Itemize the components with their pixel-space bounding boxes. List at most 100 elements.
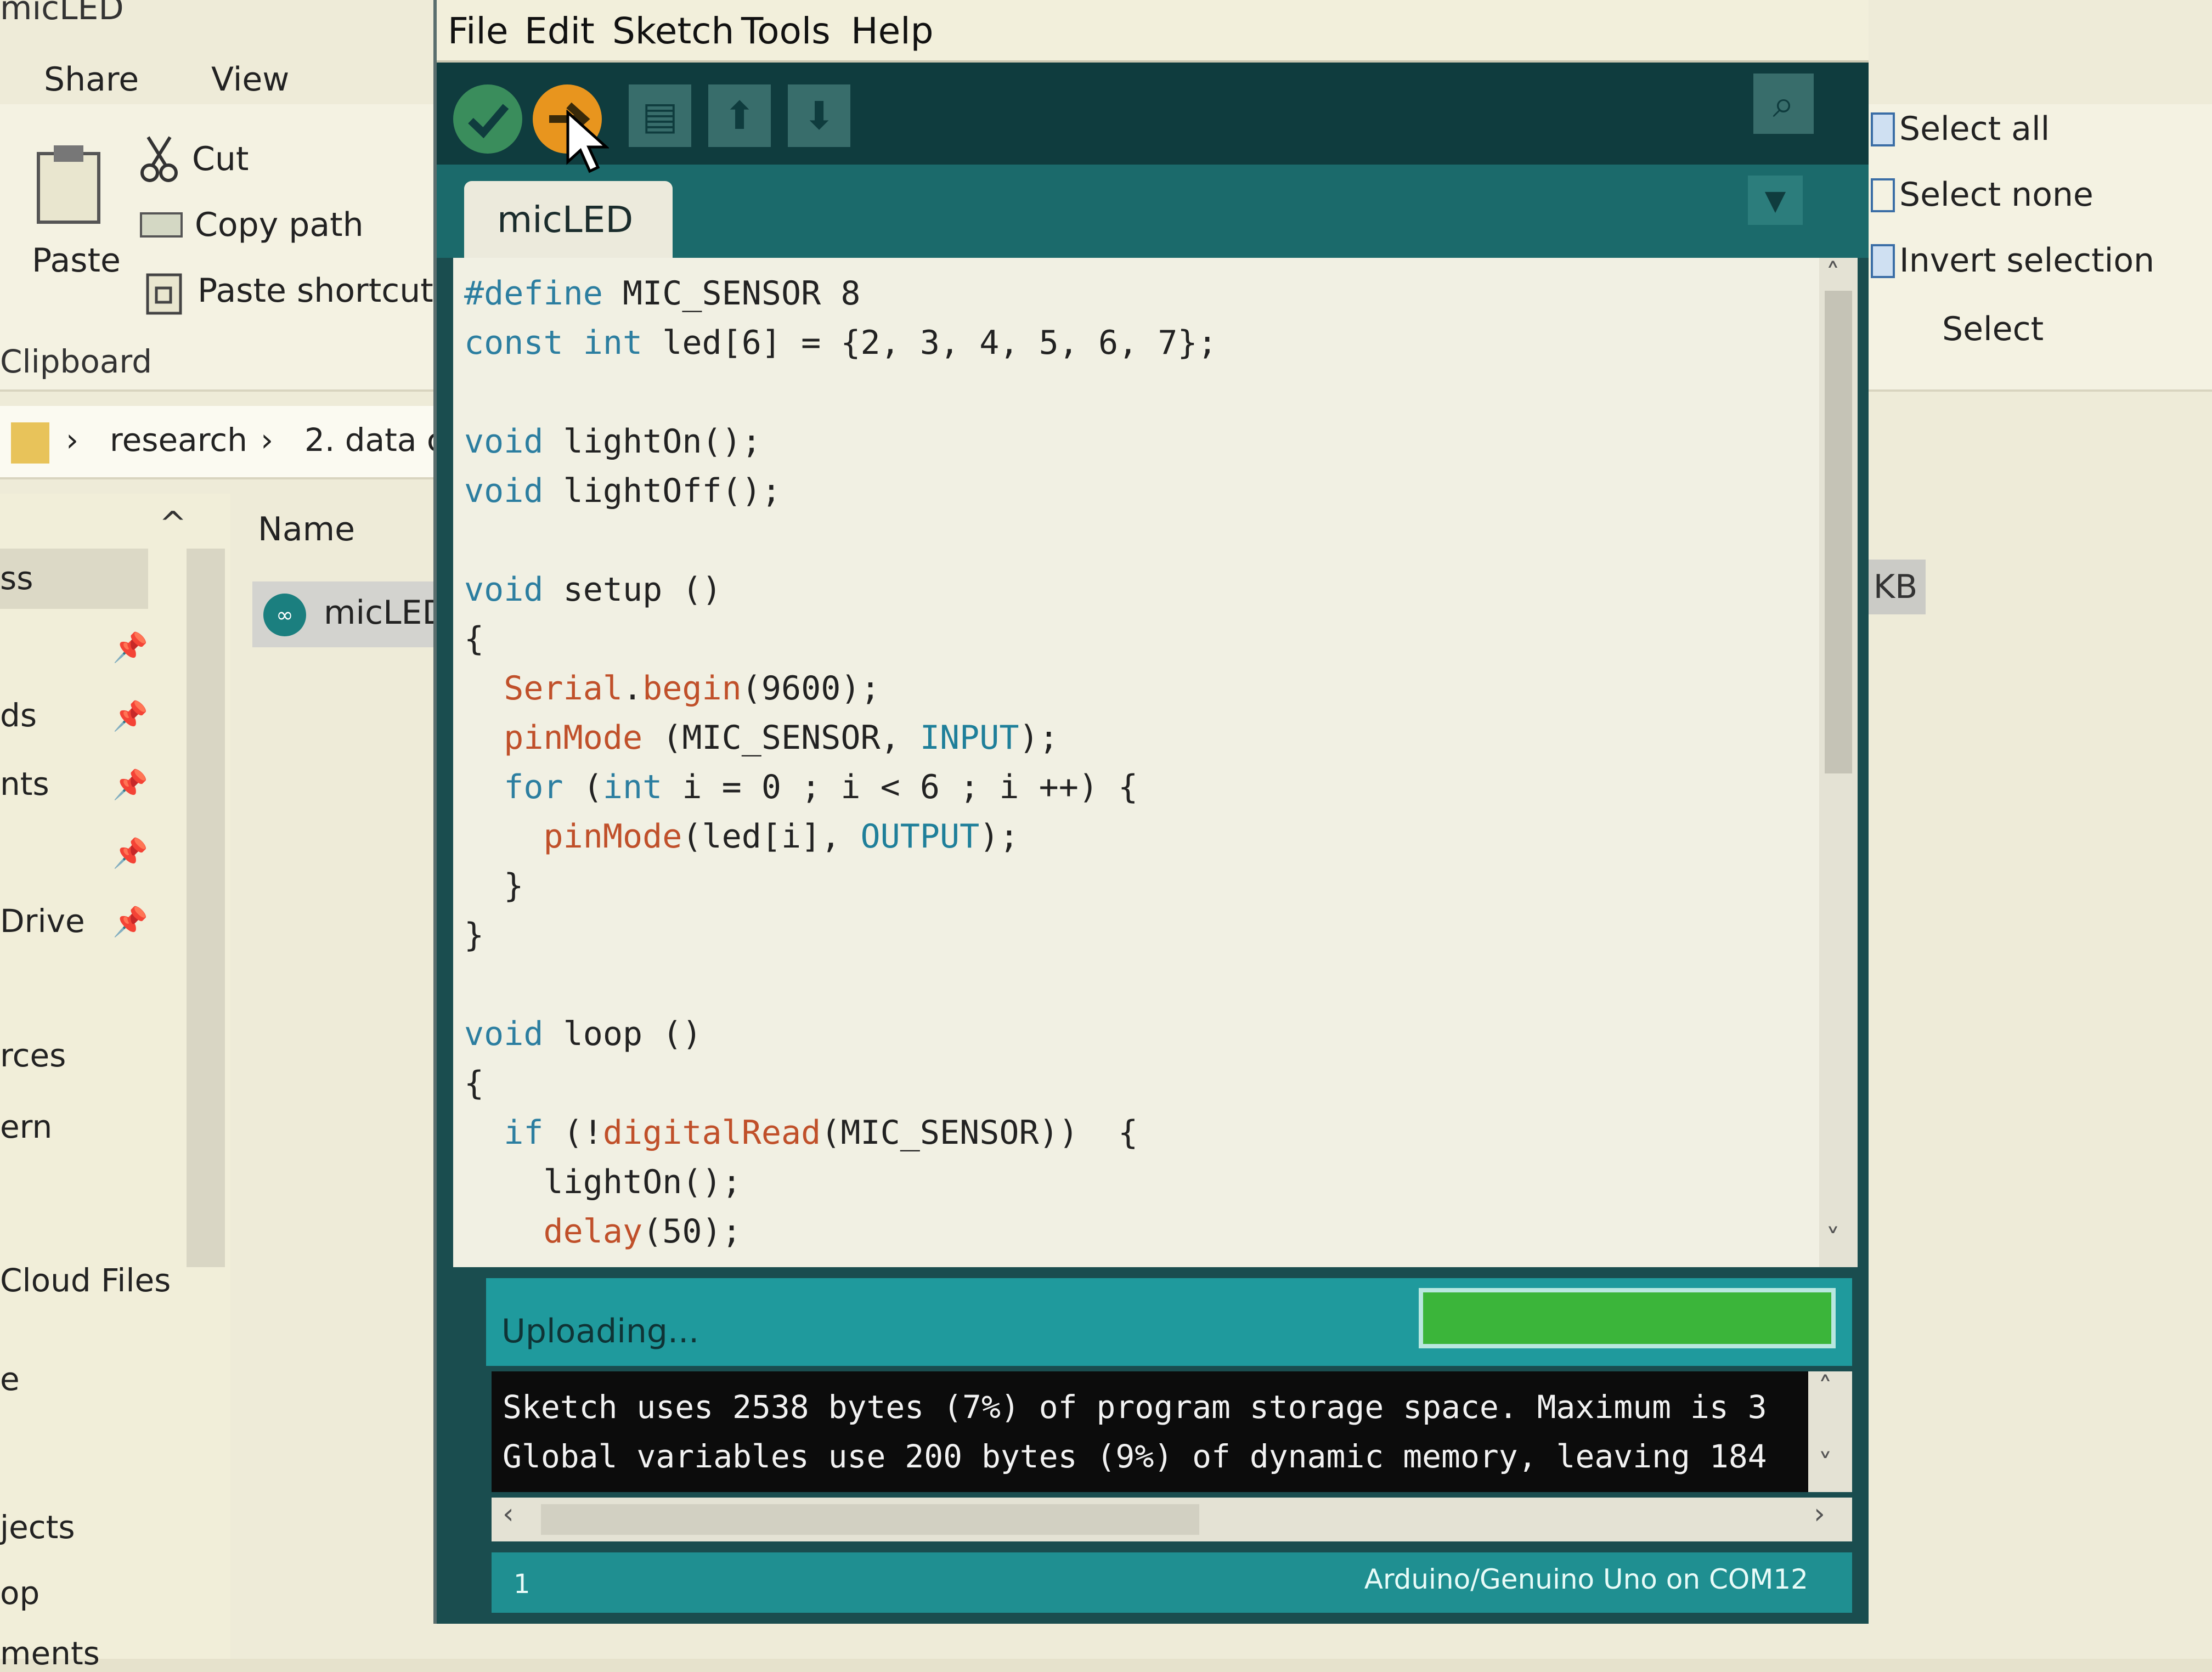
nav-item-documents[interactable]: nts: [0, 765, 49, 803]
save-sketch-button[interactable]: ⬇: [788, 84, 850, 147]
code-line[interactable]: void setup (): [464, 570, 722, 609]
paste-shortcut-icon: [146, 273, 182, 315]
open-sketch-button[interactable]: ⬆: [708, 84, 771, 147]
nav-item-desktop[interactable]: op: [0, 1574, 40, 1612]
code-line[interactable]: }: [464, 867, 523, 905]
upload-progress-fill: [1423, 1292, 1831, 1344]
line-number: 1: [514, 1569, 531, 1600]
nav-item-e[interactable]: e: [0, 1360, 20, 1398]
menu-sketch[interactable]: Sketch: [612, 10, 734, 52]
code-line[interactable]: if (!digitalRead(MIC_SENSOR)) {: [464, 1114, 1138, 1152]
menu-help[interactable]: Help: [851, 10, 933, 52]
verify-button[interactable]: [453, 84, 522, 154]
console-scroll-thumb[interactable]: [541, 1504, 1199, 1535]
status-text: Uploading...: [501, 1312, 699, 1351]
scroll-down-icon[interactable]: ˅: [1826, 1223, 1840, 1256]
arduino-ide-window: File Edit Sketch Tools Help ▤ ⬆ ⬇ ⌕ micL…: [433, 0, 1869, 1624]
code-line[interactable]: pinMode (MIC_SENSOR, INPUT);: [464, 719, 1058, 757]
new-sketch-button[interactable]: ▤: [629, 84, 691, 147]
code-line[interactable]: for (int i = 0 ; i < 6 ; i ++) {: [464, 768, 1138, 806]
breadcrumb-research[interactable]: research: [110, 421, 247, 459]
nav-item-projects[interactable]: jects: [0, 1509, 75, 1546]
folder-icon: [11, 422, 49, 464]
tab-menu-button[interactable]: ▼: [1748, 176, 1803, 225]
nav-item-pattern[interactable]: ern: [0, 1108, 52, 1145]
invert-selection-button[interactable]: Invert selection: [1899, 241, 2154, 280]
menu-tools[interactable]: Tools: [741, 10, 831, 52]
check-icon: [468, 104, 509, 139]
tab-bar: micLED ▼: [437, 165, 1869, 258]
nav-item-cloud-files[interactable]: Cloud Files: [0, 1262, 171, 1299]
address-bar[interactable]: › research › 2. data co: [0, 406, 494, 479]
column-header-name[interactable]: Name: [258, 510, 355, 549]
scroll-up-icon[interactable]: ˄: [1826, 258, 1840, 291]
output-console[interactable]: Sketch uses 2538 bytes (7%) of program s…: [492, 1371, 1808, 1492]
scroll-right-icon[interactable]: ›: [1814, 1498, 1825, 1530]
chevron-right-icon: ›: [261, 421, 274, 459]
nav-item-quick-access[interactable]: ss: [0, 560, 33, 597]
clipboard-group-label: Clipboard: [0, 343, 153, 380]
mouse-cursor-icon: [566, 110, 609, 173]
console-horizontal-scrollbar[interactable]: ‹ ›: [492, 1498, 1852, 1541]
magnifier-icon: ⌕: [1773, 81, 1795, 126]
serial-monitor-button[interactable]: ⌕: [1753, 74, 1814, 134]
invert-selection-icon: [1871, 244, 1895, 278]
footer-bar: 1 Arduino/Genuino Uno on COM12: [492, 1552, 1852, 1613]
pin-icon: 📌: [112, 769, 148, 801]
scroll-left-icon[interactable]: ‹: [503, 1498, 514, 1530]
select-none-button[interactable]: Select none: [1899, 176, 2094, 214]
new-file-icon: ▤: [641, 93, 679, 138]
status-bar: Uploading...: [486, 1278, 1852, 1366]
clipboard-icon[interactable]: [33, 143, 104, 225]
tab-micled[interactable]: micLED: [464, 181, 673, 258]
code-line[interactable]: void lightOn();: [464, 422, 761, 461]
scroll-down-icon[interactable]: ˅: [1818, 1448, 1832, 1481]
cut-button[interactable]: Cut: [192, 140, 249, 178]
code-line[interactable]: lightOn();: [464, 1163, 741, 1201]
nav-scrollbar[interactable]: [187, 549, 225, 1267]
nav-item-documents-2[interactable]: ments: [0, 1635, 100, 1672]
editor-scrollbar[interactable]: ˄ ˅: [1819, 258, 1858, 1267]
ribbon-tab-share[interactable]: Share: [44, 60, 139, 99]
code-line[interactable]: }: [464, 916, 484, 954]
code-line[interactable]: {: [464, 620, 484, 658]
upload-progress-bar: [1419, 1288, 1836, 1348]
explorer-title: micLED: [0, 0, 124, 27]
menu-file[interactable]: File: [448, 10, 508, 52]
code-line[interactable]: void loop (): [464, 1015, 702, 1053]
scroll-up-icon[interactable]: ˄: [1818, 1371, 1832, 1404]
code-line[interactable]: delay(50);: [464, 1212, 742, 1251]
pin-icon: 📌: [112, 700, 148, 733]
chevron-right-icon: ›: [66, 421, 79, 459]
console-scrollbar[interactable]: ˄ ˅: [1808, 1371, 1852, 1492]
triangle-down-icon: ▼: [1764, 184, 1786, 216]
ribbon-tab-view[interactable]: View: [211, 60, 289, 99]
select-all-button[interactable]: Select all: [1899, 110, 2050, 148]
code-line[interactable]: #define MIC_SENSOR 8: [464, 274, 860, 313]
code-text[interactable]: #define MIC_SENSOR 8 const int led[6] = …: [464, 269, 1217, 1256]
code-editor[interactable]: #define MIC_SENSOR 8 const int led[6] = …: [453, 258, 1825, 1267]
arduino-file-icon: ∞: [263, 594, 306, 636]
menu-edit[interactable]: Edit: [524, 10, 595, 52]
board-port-label: Arduino/Genuino Uno on COM12: [1364, 1563, 1808, 1595]
select-group-label: Select: [1942, 310, 2044, 348]
code-line[interactable]: const int led[6] = {2, 3, 4, 5, 6, 7};: [464, 324, 1217, 362]
console-line: Global variables use 200 bytes (9%) of d…: [503, 1438, 1767, 1475]
copy-path-button[interactable]: Copy path: [195, 206, 364, 244]
code-line[interactable]: {: [464, 1064, 484, 1103]
nav-item-resources[interactable]: rces: [0, 1037, 66, 1074]
sort-up-icon[interactable]: ^: [159, 505, 187, 543]
paste-button[interactable]: Paste: [32, 241, 121, 280]
editor-scroll-thumb[interactable]: [1825, 291, 1852, 773]
select-none-icon: [1871, 178, 1895, 212]
paste-shortcut-button[interactable]: Paste shortcut: [198, 272, 433, 310]
code-line[interactable]: void lightOff();: [464, 472, 781, 510]
console-line: Sketch uses 2538 bytes (7%) of program s…: [503, 1388, 1767, 1426]
nav-item-drive[interactable]: Drive: [0, 902, 85, 940]
nav-item-downloads[interactable]: ds: [0, 697, 37, 734]
file-size-unit: KB: [1865, 560, 1926, 614]
code-line[interactable]: pinMode(led[i], OUTPUT);: [464, 817, 1019, 856]
pin-icon: 📌: [112, 631, 148, 664]
tab-label: micLED: [497, 199, 634, 241]
code-line[interactable]: Serial.begin(9600);: [464, 669, 880, 708]
